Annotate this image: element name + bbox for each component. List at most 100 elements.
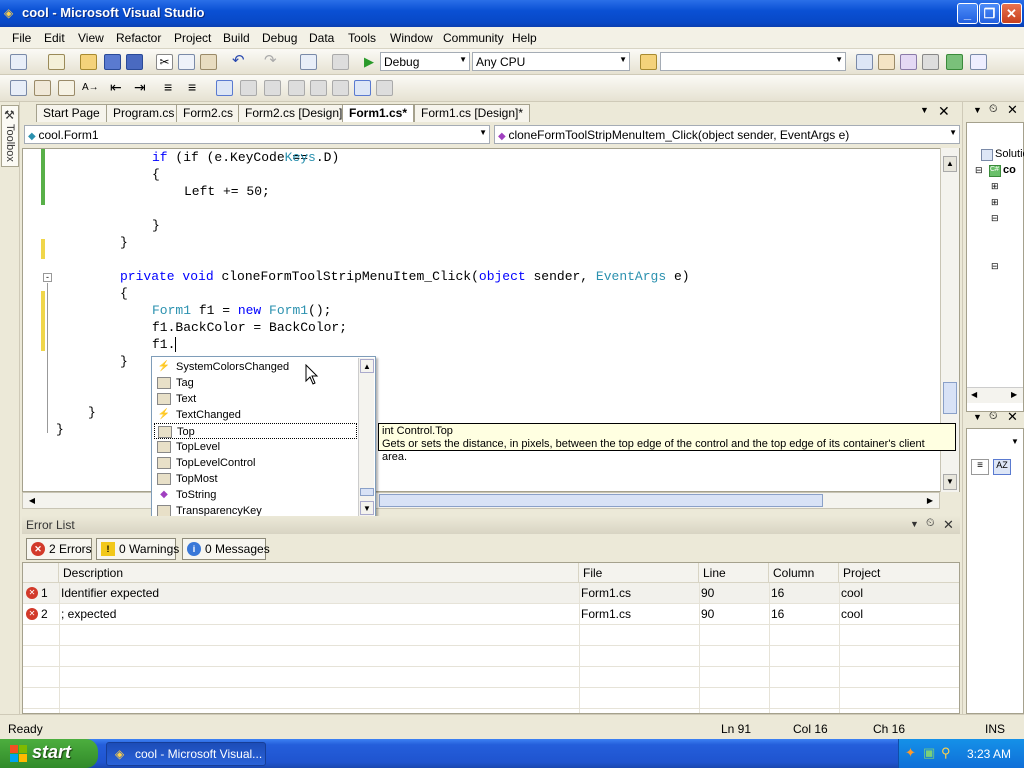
tab-program-cs[interactable]: Program.cs bbox=[106, 104, 182, 122]
cut-icon[interactable]: ✂ bbox=[156, 54, 173, 70]
save-icon[interactable] bbox=[104, 54, 121, 70]
start-page-icon[interactable] bbox=[946, 54, 963, 70]
panel-dropdown-icon[interactable]: ▼ bbox=[910, 519, 919, 529]
previous-bookmark-icon[interactable] bbox=[240, 80, 257, 96]
new-project-icon[interactable] bbox=[10, 54, 27, 70]
navigate-backward-icon[interactable] bbox=[300, 54, 317, 70]
collapse-node-icon[interactable]: ⊟ bbox=[975, 165, 983, 176]
pin-icon[interactable]: ⏲ bbox=[926, 517, 935, 530]
uncomment-icon[interactable]: ≡ bbox=[188, 80, 205, 96]
menu-refactor[interactable]: Refactor bbox=[116, 31, 161, 45]
alphabetical-icon[interactable]: AZ bbox=[993, 459, 1011, 475]
tab-form1-design[interactable]: Form1.cs [Design]* bbox=[414, 104, 531, 122]
search-icon[interactable]: ⚲ bbox=[941, 745, 951, 761]
column-header-line[interactable]: Line bbox=[699, 563, 769, 583]
menu-view[interactable]: View bbox=[78, 31, 104, 45]
solution-platform-combo[interactable]: Any CPU ▼ bbox=[472, 52, 630, 71]
column-header-index[interactable] bbox=[23, 563, 59, 583]
copy-icon[interactable] bbox=[178, 54, 195, 70]
errors-filter-button[interactable]: ✕ 2 Errors bbox=[26, 538, 92, 560]
decrease-indent-icon[interactable]: ⇤ bbox=[110, 80, 127, 96]
scroll-down-icon[interactable]: ▼ bbox=[943, 474, 957, 490]
toolbox-tool-icon[interactable] bbox=[922, 54, 939, 70]
tab-list-dropdown-icon[interactable]: ▼ bbox=[920, 105, 929, 115]
display-quick-info-icon[interactable] bbox=[58, 80, 75, 96]
solution-node[interactable]: Solutio bbox=[995, 148, 1024, 160]
messages-filter-button[interactable]: i0 Messages bbox=[182, 538, 270, 560]
menu-build[interactable]: Build bbox=[223, 31, 250, 45]
tab-form2-design[interactable]: Form2.cs [Design] bbox=[238, 104, 350, 122]
object-browser-icon[interactable] bbox=[900, 54, 917, 70]
display-object-member-list-icon[interactable] bbox=[10, 80, 27, 96]
menu-edit[interactable]: Edit bbox=[44, 31, 65, 45]
maximize-button[interactable]: ❐ bbox=[979, 3, 1000, 24]
tab-form2-cs[interactable]: Form2.cs bbox=[176, 104, 241, 122]
categorized-icon[interactable]: ≡ bbox=[971, 459, 989, 475]
menu-community[interactable]: Community bbox=[443, 31, 504, 45]
column-header-column[interactable]: Column bbox=[769, 563, 839, 583]
solution-configuration-combo[interactable]: Debug ▼ bbox=[380, 52, 470, 71]
display-parameter-info-icon[interactable] bbox=[34, 80, 51, 96]
scroll-down-icon[interactable]: ▼ bbox=[360, 501, 374, 515]
expand-node-icon[interactable]: ⊞ bbox=[991, 181, 999, 192]
increase-indent-icon[interactable]: ⇥ bbox=[134, 80, 151, 96]
properties-window-icon[interactable] bbox=[878, 54, 895, 70]
list-item[interactable]: TopLevel bbox=[154, 439, 357, 455]
close-panel-icon[interactable]: ✕ bbox=[1007, 102, 1018, 118]
expand-node-icon[interactable]: ⊞ bbox=[991, 197, 999, 208]
next-bookmark-folder-icon[interactable] bbox=[310, 80, 327, 96]
scroll-left-icon[interactable]: ◀ bbox=[971, 390, 977, 399]
list-item-selected[interactable]: Top bbox=[154, 423, 357, 439]
comment-out-icon[interactable]: ≡ bbox=[164, 80, 181, 96]
tree-horizontal-scrollbar[interactable]: ◀ ▶ bbox=[967, 387, 1023, 403]
menu-tools[interactable]: Tools bbox=[348, 31, 376, 45]
table-row[interactable]: ✕ 2 ; expected Form1.cs 90 16 cool bbox=[23, 604, 959, 625]
add-item-icon[interactable] bbox=[48, 54, 65, 70]
toggle-bookmark-icon[interactable] bbox=[216, 80, 233, 96]
column-header-file[interactable]: File bbox=[579, 563, 699, 583]
open-file-icon[interactable] bbox=[80, 54, 97, 70]
project-node[interactable]: co bbox=[1003, 164, 1016, 176]
scroll-thumb[interactable] bbox=[379, 494, 823, 507]
menu-help[interactable]: Help bbox=[512, 31, 537, 45]
save-all-icon[interactable] bbox=[126, 54, 143, 70]
class-combo[interactable]: ◆ cool.Form1 ▼ bbox=[24, 125, 490, 144]
list-item[interactable]: Tag bbox=[154, 375, 357, 391]
find-in-files-icon[interactable] bbox=[640, 54, 657, 70]
scroll-thumb[interactable] bbox=[360, 488, 374, 496]
collapse-region-icon[interactable]: - bbox=[43, 273, 52, 282]
redo-icon[interactable]: ↷ bbox=[264, 53, 281, 70]
network-icon[interactable]: ▣ bbox=[923, 745, 935, 761]
menu-window[interactable]: Window bbox=[390, 31, 433, 45]
find-combo[interactable]: ▼ bbox=[660, 52, 846, 71]
next-bookmark-icon[interactable] bbox=[264, 80, 281, 96]
chevron-down-icon[interactable]: ▼ bbox=[1011, 437, 1019, 446]
scroll-thumb[interactable] bbox=[943, 382, 957, 414]
undo-icon[interactable]: ↶ bbox=[232, 53, 249, 70]
close-document-icon[interactable]: ✕ bbox=[938, 103, 950, 120]
list-item[interactable]: ⚡ TextChanged bbox=[154, 407, 357, 423]
command-window-icon[interactable] bbox=[970, 54, 987, 70]
clear-bookmarks-icon[interactable] bbox=[376, 80, 393, 96]
close-button[interactable]: ✕ bbox=[1001, 3, 1022, 24]
panel-dropdown-icon[interactable]: ▼ bbox=[973, 412, 982, 422]
taskbar-item-visual-studio[interactable]: ◈ cool - Microsoft Visual... bbox=[106, 742, 266, 766]
scroll-right-icon[interactable]: ▶ bbox=[923, 494, 937, 507]
collapse-node-icon[interactable]: ⊟ bbox=[991, 261, 999, 272]
column-header-project[interactable]: Project bbox=[839, 563, 959, 583]
scroll-right-icon[interactable]: ▶ bbox=[1011, 390, 1017, 399]
menu-file[interactable]: File bbox=[12, 31, 31, 45]
menu-debug[interactable]: Debug bbox=[262, 31, 297, 45]
close-panel-icon[interactable]: ✕ bbox=[943, 517, 954, 533]
member-combo[interactable]: ◆ cloneFormToolStripMenuItem_Click(objec… bbox=[494, 125, 960, 144]
pin-icon[interactable]: ⏲ bbox=[989, 103, 998, 116]
solution-explorer-icon[interactable] bbox=[856, 54, 873, 70]
tab-start-page[interactable]: Start Page bbox=[36, 104, 107, 122]
menu-project[interactable]: Project bbox=[174, 31, 211, 45]
tab-form1-cs[interactable]: Form1.cs* bbox=[342, 104, 415, 122]
list-item[interactable]: TopMost bbox=[154, 471, 357, 487]
paste-icon[interactable] bbox=[200, 54, 217, 70]
properties-panel[interactable]: ▼ ≡ AZ bbox=[966, 428, 1024, 714]
display-word-completion-icon[interactable]: A→ bbox=[82, 80, 99, 96]
minimize-button[interactable]: _ bbox=[957, 3, 978, 24]
